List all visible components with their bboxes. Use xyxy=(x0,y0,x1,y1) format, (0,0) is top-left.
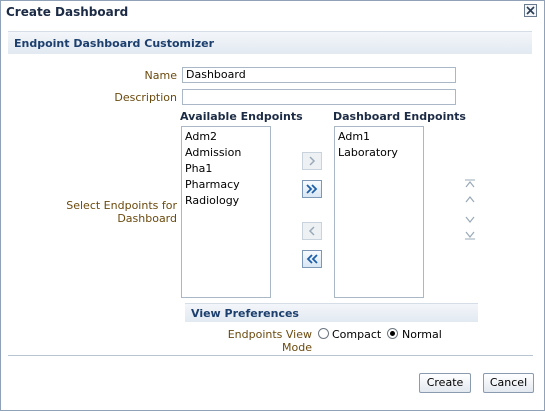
available-endpoints-list[interactable]: Adm2 Admission Pha1 Pharmacy Radiology xyxy=(181,126,271,298)
dashboard-endpoints-list[interactable]: Adm1 Laboratory xyxy=(334,126,424,298)
list-item[interactable]: Laboratory xyxy=(338,146,398,159)
cancel-button[interactable]: Cancel xyxy=(483,373,534,393)
select-endpoints-label: Select Endpoints for Dashboard xyxy=(66,199,177,225)
move-up-icon xyxy=(464,195,476,208)
section-header: Endpoint Dashboard Customizer xyxy=(8,31,532,54)
remove-all-button[interactable] xyxy=(302,250,322,268)
view-mode-label: Endpoints View Mode xyxy=(227,328,312,354)
move-bottom-button[interactable] xyxy=(464,231,476,243)
list-item[interactable]: Pha1 xyxy=(185,162,212,175)
move-up-button[interactable] xyxy=(464,195,476,207)
move-top-icon xyxy=(464,179,476,192)
list-item[interactable]: Pharmacy xyxy=(185,178,240,191)
list-item[interactable]: Radiology xyxy=(185,194,239,207)
section-title: Endpoint Dashboard Customizer xyxy=(14,37,215,50)
compact-radio-label[interactable]: Compact xyxy=(332,328,381,341)
create-dashboard-dialog: Create Dashboard Endpoint Dashboard Cust… xyxy=(0,0,545,411)
description-label: Description xyxy=(114,91,177,104)
remove-button[interactable] xyxy=(302,222,322,240)
move-all-button[interactable] xyxy=(302,180,322,198)
normal-radio[interactable] xyxy=(387,328,398,339)
create-button[interactable]: Create xyxy=(419,373,471,393)
move-top-button[interactable] xyxy=(464,179,476,191)
view-preferences-header: View Preferences xyxy=(185,303,478,322)
view-preferences-title: View Preferences xyxy=(191,307,299,320)
dialog-titlebar: Create Dashboard xyxy=(1,1,544,23)
move-down-icon xyxy=(464,215,476,228)
list-item[interactable]: Adm1 xyxy=(338,130,370,143)
name-label: Name xyxy=(144,69,177,82)
close-button[interactable] xyxy=(524,4,537,17)
normal-radio-label[interactable]: Normal xyxy=(402,328,442,341)
move-down-button[interactable] xyxy=(464,215,476,227)
radio-selected-dot xyxy=(390,331,395,336)
dashboard-endpoints-header: Dashboard Endpoints xyxy=(333,110,466,123)
description-input[interactable] xyxy=(182,89,456,105)
dialog-title: Create Dashboard xyxy=(6,5,129,19)
list-item[interactable]: Admission xyxy=(185,146,241,159)
move-bottom-icon xyxy=(464,231,476,244)
footer-separator xyxy=(8,355,533,356)
list-item[interactable]: Adm2 xyxy=(185,130,217,143)
compact-radio[interactable] xyxy=(318,328,329,339)
move-button[interactable] xyxy=(302,152,322,170)
available-endpoints-header: Available Endpoints xyxy=(180,110,303,123)
name-input[interactable] xyxy=(182,67,456,83)
